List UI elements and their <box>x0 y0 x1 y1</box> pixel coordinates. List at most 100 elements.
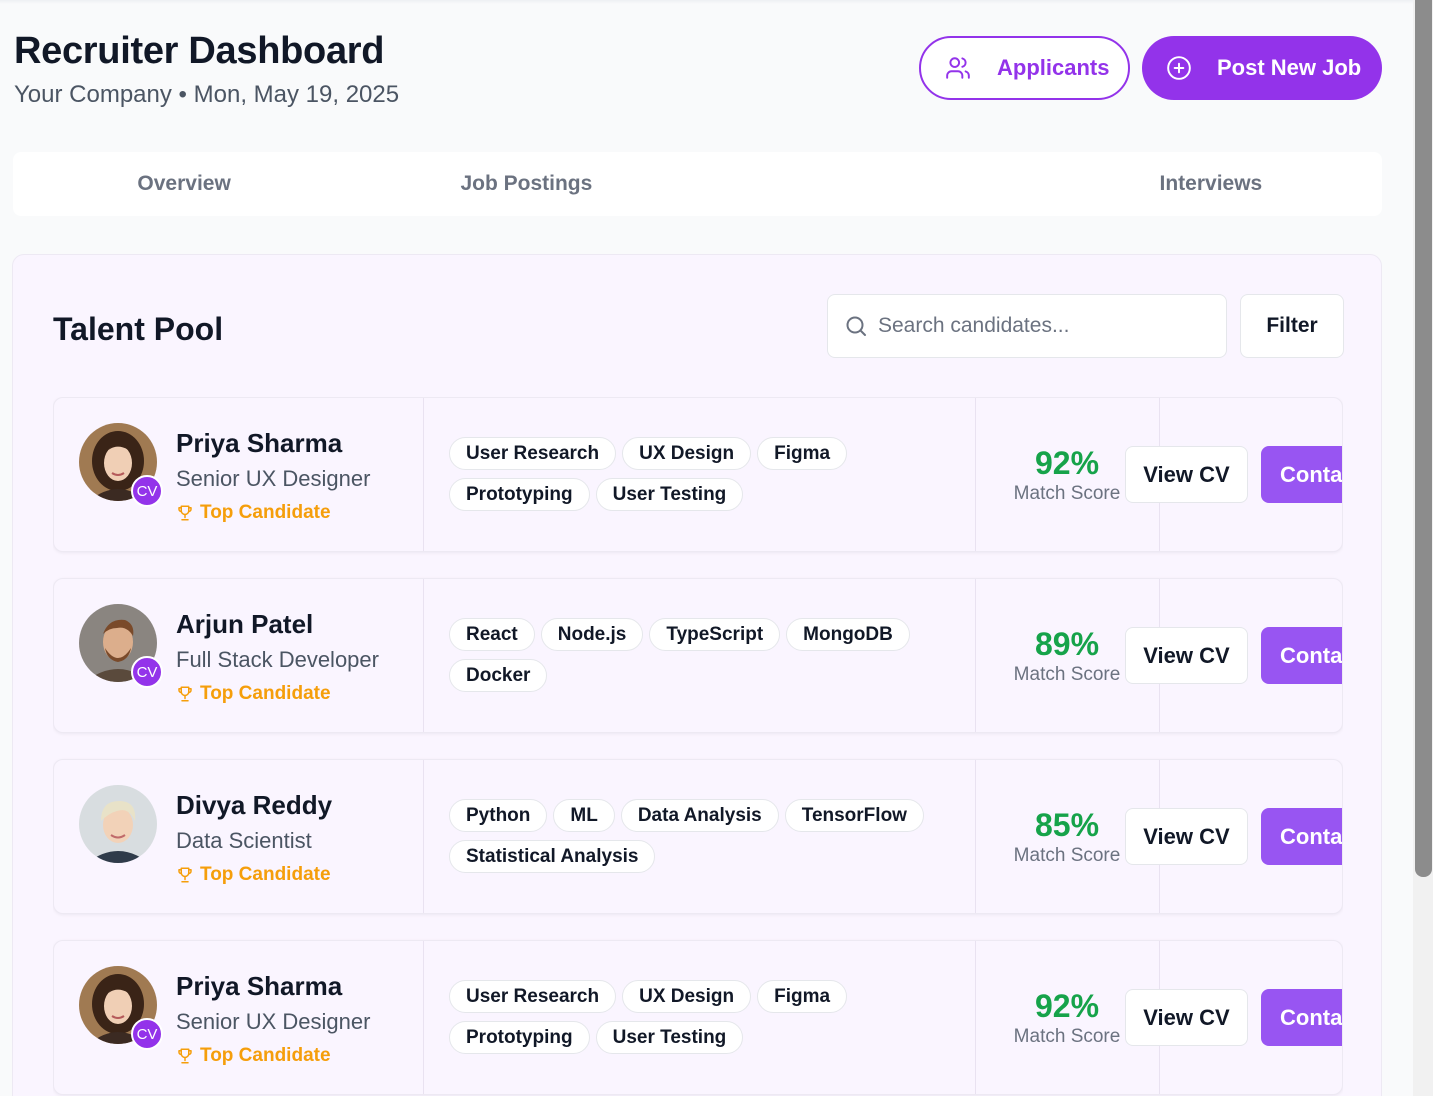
trophy-icon <box>178 867 192 883</box>
skill-chip: Prototyping <box>449 1021 590 1054</box>
card-divider <box>423 579 424 732</box>
match-score: 89% Match Score <box>994 625 1140 687</box>
candidate-name: Priya Sharma <box>176 428 343 458</box>
skill-chip: UX Design <box>622 980 752 1013</box>
company-name: Your Company <box>14 81 172 108</box>
candidate-card: CV Priya Sharma Senior UX Designer Top C… <box>53 397 1343 552</box>
view-cv-button[interactable]: View CV <box>1125 989 1248 1046</box>
tab-overview[interactable]: Overview <box>13 152 355 216</box>
avatar <box>79 785 157 863</box>
match-score-value: 92% <box>1034 988 1100 1024</box>
skill-chip: Figma <box>757 437 848 470</box>
users-icon <box>946 57 970 79</box>
top-candidate-badge: Top Candidate <box>176 864 331 886</box>
skill-chip: UX Design <box>622 437 752 470</box>
card-divider <box>423 941 424 1094</box>
match-score-label: Match Score <box>1013 664 1121 685</box>
skill-chip: User Testing <box>595 1021 744 1054</box>
view-cv-button[interactable]: View CV <box>1125 446 1248 503</box>
tab-active[interactable] <box>698 152 1040 216</box>
candidate-card: Divya Reddy Data Scientist Top Candidate… <box>53 759 1343 914</box>
contact-button[interactable]: Contact <box>1261 627 1342 684</box>
candidate-name: Priya Sharma <box>176 971 343 1001</box>
match-score-label: Match Score <box>1013 1026 1121 1047</box>
candidate-name: Divya Reddy <box>176 790 333 820</box>
talent-pool-panel: Talent Pool Filter <box>12 254 1382 1096</box>
dashboard-page: Recruiter Dashboard Your Company • Mon, … <box>0 0 1433 1096</box>
post-new-job-button[interactable]: Post New Job <box>1142 36 1382 100</box>
card-divider <box>423 760 424 913</box>
skill-chip: Python <box>449 799 548 832</box>
top-candidate-badge: Top Candidate <box>176 502 331 524</box>
skill-chip: Node.js <box>540 618 644 651</box>
match-score: 92% Match Score <box>994 987 1140 1049</box>
candidate-role: Senior UX Designer <box>176 466 371 491</box>
skill-chip: TypeScript <box>649 618 781 651</box>
skill-list: React Node.js TypeScript MongoDB Docker <box>449 618 949 692</box>
candidate-card: CV Priya Sharma Senior UX Designer Top C… <box>53 940 1343 1095</box>
tab-bar: Overview Job Postings Interviews <box>13 152 1382 216</box>
top-candidate-badge: Top Candidate <box>176 683 331 705</box>
skill-list: User Research UX Design Figma Prototypin… <box>449 437 949 511</box>
scrollbar[interactable] <box>1413 0 1433 1096</box>
match-score-value: 85% <box>1034 807 1100 843</box>
skill-chip: MongoDB <box>786 618 910 651</box>
view-cv-button[interactable]: View CV <box>1125 808 1248 865</box>
scrollbar-thumb[interactable] <box>1415 0 1432 877</box>
trophy-icon <box>178 686 192 702</box>
match-score-label: Match Score <box>1013 483 1121 504</box>
contact-button[interactable]: Contact <box>1261 989 1342 1046</box>
cv-badge: CV <box>131 656 163 688</box>
match-score-label: Match Score <box>1013 845 1121 866</box>
post-new-job-label: Post New Job <box>1217 55 1362 80</box>
card-divider <box>975 760 976 913</box>
skill-chip: React <box>449 618 535 651</box>
filter-button[interactable]: Filter <box>1240 294 1344 358</box>
skill-chip: User Testing <box>595 478 744 511</box>
skill-chip: Docker <box>449 659 548 692</box>
search-icon <box>846 316 866 336</box>
card-divider <box>423 398 424 551</box>
card-divider <box>975 579 976 732</box>
match-score: 92% Match Score <box>994 444 1140 506</box>
card-divider <box>975 398 976 551</box>
current-date: Mon, May 19, 2025 <box>193 81 400 108</box>
top-candidate-badge: Top Candidate <box>176 1045 331 1067</box>
match-score: 85% Match Score <box>994 806 1140 868</box>
talent-pool-title: Talent Pool <box>53 311 224 347</box>
tab-interviews[interactable]: Interviews <box>1040 152 1382 216</box>
skill-chip: User Research <box>449 437 617 470</box>
view-cv-button[interactable]: View CV <box>1125 627 1248 684</box>
contact-button[interactable]: Contact <box>1261 446 1342 503</box>
card-divider <box>975 941 976 1094</box>
candidate-list: CV Priya Sharma Senior UX Designer Top C… <box>53 397 1343 1096</box>
candidate-role: Full Stack Developer <box>176 647 379 672</box>
trophy-icon <box>178 505 192 521</box>
skill-list: User Research UX Design Figma Prototypin… <box>449 980 949 1054</box>
skill-chip: ML <box>553 799 615 832</box>
search-input[interactable] <box>878 314 1208 338</box>
skill-chip: TensorFlow <box>784 799 924 832</box>
page-header: Recruiter Dashboard Your Company • Mon, … <box>14 28 1382 108</box>
skill-chip: User Research <box>449 980 617 1013</box>
badge-label: Top Candidate <box>200 683 331 704</box>
badge-label: Top Candidate <box>200 1045 331 1066</box>
subtitle-separator: • <box>178 81 187 108</box>
skill-list: Python ML Data Analysis TensorFlow Stati… <box>449 799 949 873</box>
top-shadow <box>0 0 1413 4</box>
match-score-value: 89% <box>1034 626 1100 662</box>
badge-label: Top Candidate <box>200 864 331 885</box>
cv-badge: CV <box>131 475 163 507</box>
skill-chip: Figma <box>757 980 848 1013</box>
match-score-value: 92% <box>1034 445 1100 481</box>
trophy-icon <box>178 1048 192 1064</box>
plus-circle-icon <box>1167 56 1191 80</box>
contact-button[interactable]: Contact <box>1261 808 1342 865</box>
candidate-role: Data Scientist <box>176 828 312 853</box>
applicants-label: Applicants <box>997 55 1110 80</box>
skill-chip: Statistical Analysis <box>449 840 656 873</box>
tab-job-postings[interactable]: Job Postings <box>355 152 697 216</box>
candidate-role: Senior UX Designer <box>176 1009 371 1034</box>
applicants-button[interactable]: Applicants <box>919 36 1130 100</box>
search-box[interactable] <box>827 294 1227 358</box>
